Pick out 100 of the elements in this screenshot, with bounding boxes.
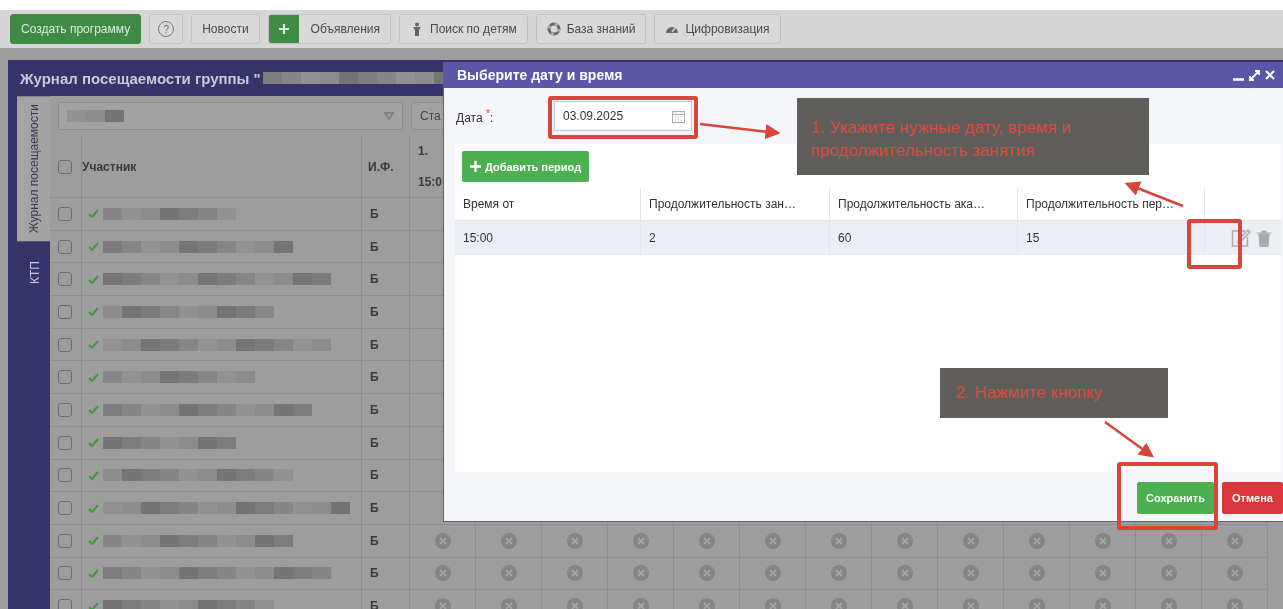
absent-icon[interactable]: [632, 598, 649, 609]
absent-icon[interactable]: [1094, 532, 1111, 549]
dialog-title: Выберите дату и время: [457, 67, 623, 83]
cancel-button[interactable]: Отмена: [1222, 482, 1283, 514]
absent-icon[interactable]: [1094, 598, 1111, 609]
plus-icon: [268, 15, 299, 43]
table-cell: Б: [370, 402, 379, 417]
absent-icon[interactable]: [1226, 598, 1243, 609]
edit-icon[interactable]: [1231, 229, 1251, 247]
absent-icon[interactable]: [434, 532, 451, 549]
absent-icon[interactable]: [896, 598, 913, 609]
close-icon[interactable]: [1265, 70, 1275, 80]
callout-note: 2. Нажмите кнопку: [940, 368, 1168, 418]
absent-icon[interactable]: [1094, 565, 1111, 582]
highlight-frame: [1187, 219, 1242, 269]
checkbox[interactable]: [58, 239, 72, 254]
time-header: 15:0: [418, 174, 443, 189]
checkbox[interactable]: [58, 272, 72, 287]
absent-icon[interactable]: [500, 598, 517, 609]
absent-icon[interactable]: [566, 565, 583, 582]
checkbox[interactable]: [58, 206, 72, 221]
table-cell: Б: [370, 501, 379, 516]
side-tab[interactable]: КТП: [20, 253, 50, 293]
absent-icon[interactable]: [962, 598, 979, 609]
panel-title: Журнал посещаемости группы ": [20, 69, 261, 87]
absent-icon[interactable]: [1028, 532, 1045, 549]
table-cell: Б: [370, 239, 379, 254]
checkbox[interactable]: [58, 501, 72, 516]
date-field[interactable]: 03.09.2025: [554, 101, 692, 131]
table-cell: 2: [649, 231, 656, 245]
checkbox[interactable]: [58, 370, 72, 385]
absent-icon[interactable]: [434, 565, 451, 582]
absent-icon[interactable]: [500, 532, 517, 549]
absent-icon[interactable]: [1160, 565, 1177, 582]
table-cell: 15:00: [463, 231, 494, 245]
column-header: Участник: [82, 159, 137, 174]
absent-icon[interactable]: [698, 598, 715, 609]
absent-icon[interactable]: [830, 565, 847, 582]
checkbox[interactable]: [58, 599, 72, 609]
callout-note: 1. Укажите нужные дату, время и продолжительность занятия: [797, 98, 1149, 175]
date-header: 1.: [418, 144, 428, 159]
absent-icon[interactable]: [434, 598, 451, 609]
absent-icon[interactable]: [896, 532, 913, 549]
checkbox[interactable]: [58, 337, 72, 352]
table-cell: Б: [370, 206, 379, 221]
table-cell: Б: [370, 533, 379, 548]
absent-icon[interactable]: [566, 532, 583, 549]
announcements-button[interactable]: Объявления: [267, 14, 392, 44]
table-cell: Б: [370, 304, 379, 319]
column-header: И.Ф.: [368, 159, 394, 174]
absent-icon[interactable]: [1028, 565, 1045, 582]
help-button[interactable]: ?: [149, 14, 184, 44]
trash-icon[interactable]: [1257, 229, 1271, 247]
plus-icon: [470, 161, 481, 172]
arrow: [1104, 421, 1155, 458]
absent-icon[interactable]: [1028, 598, 1045, 609]
absent-icon[interactable]: [632, 565, 649, 582]
absent-icon[interactable]: [1226, 565, 1243, 582]
child-search-button[interactable]: Поиск по детям: [399, 14, 528, 44]
absent-icon[interactable]: [764, 565, 781, 582]
create-program-button[interactable]: Создать программу: [10, 14, 142, 44]
lifebuoy-icon: [546, 22, 561, 36]
checkbox[interactable]: [58, 304, 72, 319]
table-cell: Б: [370, 370, 379, 385]
checkbox[interactable]: [58, 468, 72, 483]
absent-icon[interactable]: [830, 532, 847, 549]
absent-icon[interactable]: [500, 565, 517, 582]
absent-icon[interactable]: [764, 532, 781, 549]
date-label: Дата $^{*}$:: [456, 107, 495, 125]
absent-icon[interactable]: [896, 565, 913, 582]
absent-icon[interactable]: [830, 598, 847, 609]
absent-icon[interactable]: [632, 532, 649, 549]
absent-icon[interactable]: [566, 598, 583, 609]
column-header: Продолжительность ака…: [838, 197, 985, 211]
digitalization-button[interactable]: Цифровизация: [654, 14, 781, 44]
table-cell: Б: [370, 468, 379, 483]
group-dropdown[interactable]: [58, 102, 403, 130]
checkbox[interactable]: [58, 435, 72, 450]
date-input[interactable]: 03.09.2025: [563, 109, 663, 123]
column-header: Время от: [463, 197, 515, 211]
absent-icon[interactable]: [698, 565, 715, 582]
absent-icon[interactable]: [962, 565, 979, 582]
calendar-icon[interactable]: [672, 109, 685, 123]
absent-icon[interactable]: [1226, 532, 1243, 549]
checkbox[interactable]: [58, 402, 72, 417]
expand-icon[interactable]: [1248, 68, 1261, 82]
absent-icon[interactable]: [1160, 598, 1177, 609]
absent-icon[interactable]: [764, 598, 781, 609]
table-cell: Б: [370, 272, 379, 287]
absent-icon[interactable]: [698, 532, 715, 549]
absent-icon[interactable]: [962, 532, 979, 549]
side-tab[interactable]: Журнал посещаемости: [17, 96, 50, 242]
checkbox[interactable]: [58, 566, 72, 581]
checkbox[interactable]: [58, 159, 72, 174]
caret-icon: [384, 112, 394, 120]
knowledge-base-button[interactable]: База знаний: [535, 14, 647, 44]
checkbox[interactable]: [58, 533, 72, 548]
table-cell: Б: [370, 337, 379, 352]
absent-icon[interactable]: [1160, 532, 1177, 549]
news-button[interactable]: Новости: [191, 14, 260, 44]
